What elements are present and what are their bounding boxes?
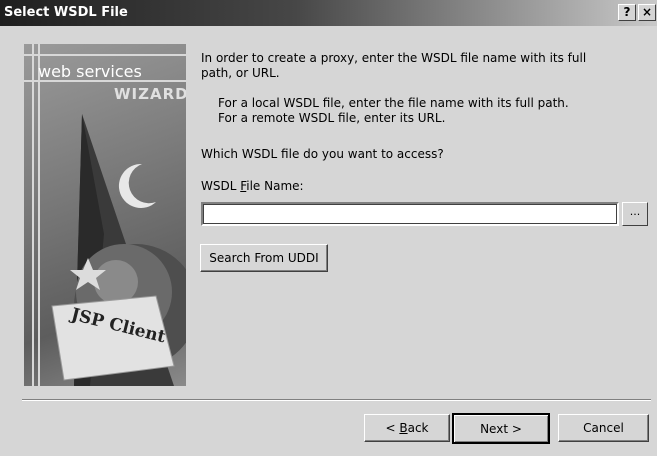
close-button[interactable]: × [638, 4, 656, 21]
banner-subtitle: WIZARD [114, 85, 186, 103]
banner-rule [24, 54, 186, 56]
banner-rule [38, 44, 40, 386]
footer-separator-highlight [22, 400, 651, 401]
wizard-banner-image: web services WIZARD JSP Client [24, 44, 186, 386]
cancel-button[interactable]: Cancel [558, 414, 649, 442]
wizard-dialog: Select WSDL File ? × web services WIZARD… [0, 0, 657, 456]
wsdl-file-label: WSDL File Name: [201, 179, 304, 193]
intro-text-line2: path, or URL. [201, 66, 280, 80]
remote-file-hint: For a remote WSDL file, enter its URL. [218, 111, 446, 125]
banner-rule [32, 44, 34, 386]
wsdl-file-name-input[interactable] [201, 202, 619, 226]
next-button[interactable]: Next > [452, 413, 550, 444]
browse-button[interactable]: ... [622, 202, 648, 226]
intro-text-line1: In order to create a proxy, enter the WS… [201, 51, 587, 65]
help-button[interactable]: ? [618, 4, 636, 21]
local-file-hint: For a local WSDL file, enter the file na… [218, 96, 569, 110]
banner-title: web services [38, 62, 142, 81]
back-button[interactable]: < Back [364, 414, 450, 442]
window-title: Select WSDL File [4, 5, 128, 20]
search-from-uddi-button[interactable]: Search From UDDI [200, 244, 328, 272]
title-bar: Select WSDL File ? × [0, 0, 657, 26]
question-text: Which WSDL file do you want to access? [201, 147, 444, 161]
